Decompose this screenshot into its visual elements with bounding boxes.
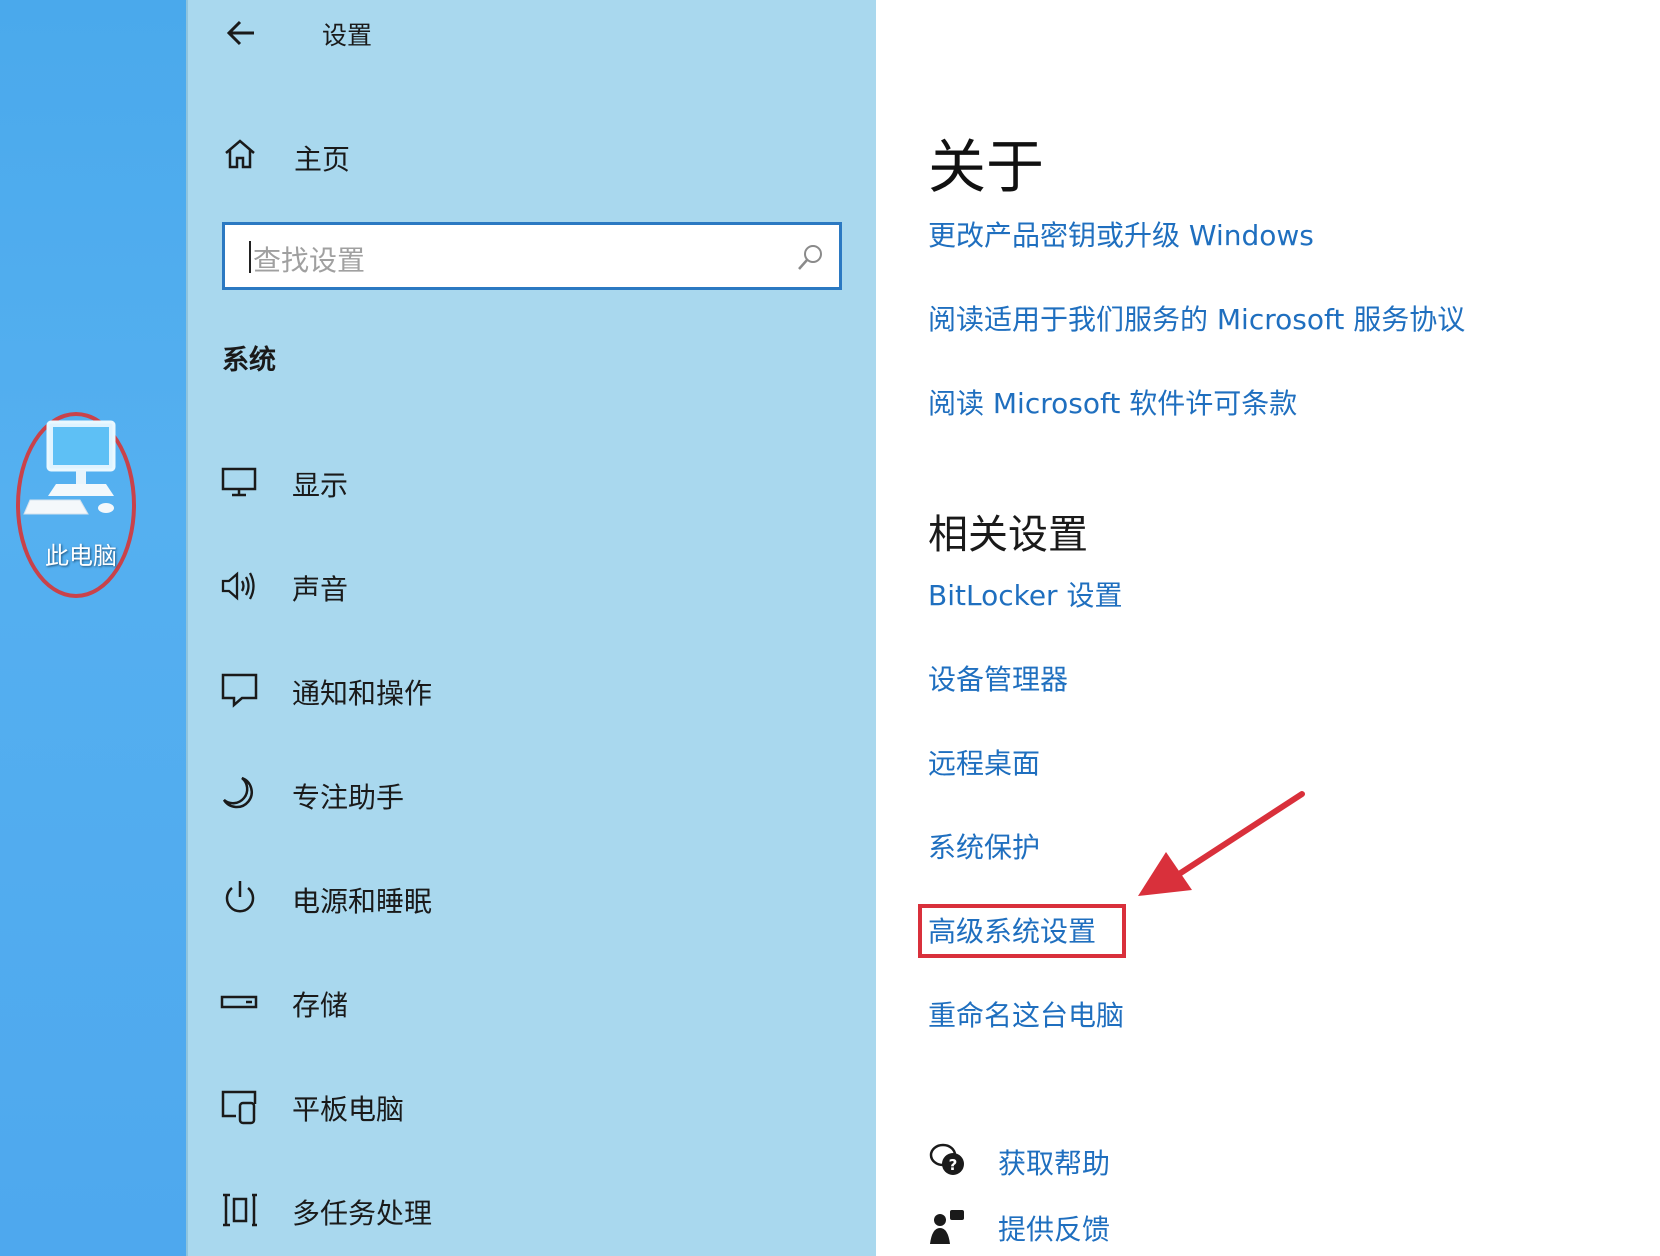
annotation-arrow-icon bbox=[1138, 791, 1305, 896]
speaker-icon bbox=[221, 571, 255, 601]
nav-item-notifications[interactable]: 通知和操作 bbox=[220, 666, 640, 714]
system-protection-link[interactable]: 系统保护 bbox=[928, 826, 1040, 866]
nav-item-home[interactable]: 主页 bbox=[222, 136, 522, 176]
service-agreement-link[interactable]: 阅读适用于我们服务的 Microsoft 服务协议 bbox=[928, 298, 1465, 338]
monitor-icon bbox=[221, 467, 257, 497]
nav-item-storage[interactable]: 存储 bbox=[220, 978, 640, 1026]
search-icon[interactable] bbox=[795, 243, 825, 273]
nav-item-label: 多任务处理 bbox=[292, 1197, 433, 1230]
notification-icon bbox=[221, 673, 258, 708]
search-placeholder: 查找设置 bbox=[253, 244, 366, 277]
settings-title: 设置 bbox=[322, 21, 373, 50]
svg-text:?: ? bbox=[949, 1156, 958, 1174]
device-manager-link[interactable]: 设备管理器 bbox=[928, 658, 1068, 698]
nav-item-focus-assist[interactable]: 专注助手 bbox=[220, 770, 640, 818]
get-help-label: 获取帮助 bbox=[998, 1147, 1111, 1180]
moon-icon bbox=[222, 776, 253, 809]
computer-icon bbox=[23, 420, 116, 515]
this-pc-desktop-icon[interactable]: 此电脑 bbox=[22, 414, 140, 594]
page-title: 关于 bbox=[928, 133, 1045, 201]
highlight-box bbox=[918, 904, 1126, 958]
help-chat-icon: ? bbox=[929, 1143, 964, 1175]
remote-desktop-link[interactable]: 远程桌面 bbox=[928, 742, 1040, 782]
change-product-key-link[interactable]: 更改产品密钥或升级 Windows bbox=[928, 214, 1314, 254]
nav-item-multitasking[interactable]: 多任务处理 bbox=[220, 1186, 640, 1234]
home-icon bbox=[225, 139, 255, 169]
about-content-pane: 关于 更改产品密钥或升级 Windows 阅读适用于我们服务的 Microsof… bbox=[876, 0, 1660, 1256]
nav-item-display[interactable]: 显示 bbox=[220, 458, 640, 506]
related-settings-title: 相关设置 bbox=[928, 512, 1088, 558]
section-title-system: 系统 bbox=[222, 345, 276, 376]
bitlocker-settings-link[interactable]: BitLocker 设置 bbox=[928, 574, 1122, 614]
get-help-row[interactable]: ? 获取帮助 bbox=[928, 1138, 1328, 1182]
license-terms-link[interactable]: 阅读 Microsoft 软件许可条款 bbox=[928, 382, 1297, 422]
nav-item-label: 声音 bbox=[292, 573, 349, 606]
nav-item-label: 电源和睡眠 bbox=[292, 885, 433, 918]
desktop-background: 此电脑 bbox=[0, 0, 186, 1256]
nav-item-label: 显示 bbox=[292, 469, 349, 502]
tablet-icon bbox=[221, 1090, 257, 1125]
nav-item-label: 存储 bbox=[292, 989, 349, 1022]
rename-pc-link[interactable]: 重命名这台电脑 bbox=[928, 994, 1124, 1034]
nav-item-label: 专注助手 bbox=[292, 781, 405, 814]
feedback-icon bbox=[930, 1210, 964, 1244]
desktop-icon-label: 此电脑 bbox=[45, 542, 117, 570]
power-icon bbox=[225, 881, 255, 913]
search-input[interactable]: 查找设置 bbox=[222, 222, 842, 290]
storage-icon bbox=[220, 995, 258, 1009]
nav-item-label: 平板电脑 bbox=[292, 1093, 405, 1126]
feedback-row[interactable]: 提供反馈 bbox=[928, 1204, 1328, 1248]
home-label: 主页 bbox=[294, 143, 351, 176]
multitask-icon bbox=[223, 1193, 257, 1227]
back-arrow-icon[interactable] bbox=[224, 16, 258, 50]
text-caret bbox=[249, 241, 251, 273]
nav-item-tablet[interactable]: 平板电脑 bbox=[220, 1082, 640, 1130]
nav-item-label: 通知和操作 bbox=[292, 677, 433, 710]
nav-item-power-sleep[interactable]: 电源和睡眠 bbox=[220, 874, 640, 922]
nav-item-sound[interactable]: 声音 bbox=[220, 562, 640, 610]
feedback-label: 提供反馈 bbox=[998, 1213, 1111, 1246]
settings-nav-pane: 设置 主页 查找设置 系统 显示 声音 通知和操作 专注助手 电源和睡眠 存储 … bbox=[186, 0, 878, 1256]
